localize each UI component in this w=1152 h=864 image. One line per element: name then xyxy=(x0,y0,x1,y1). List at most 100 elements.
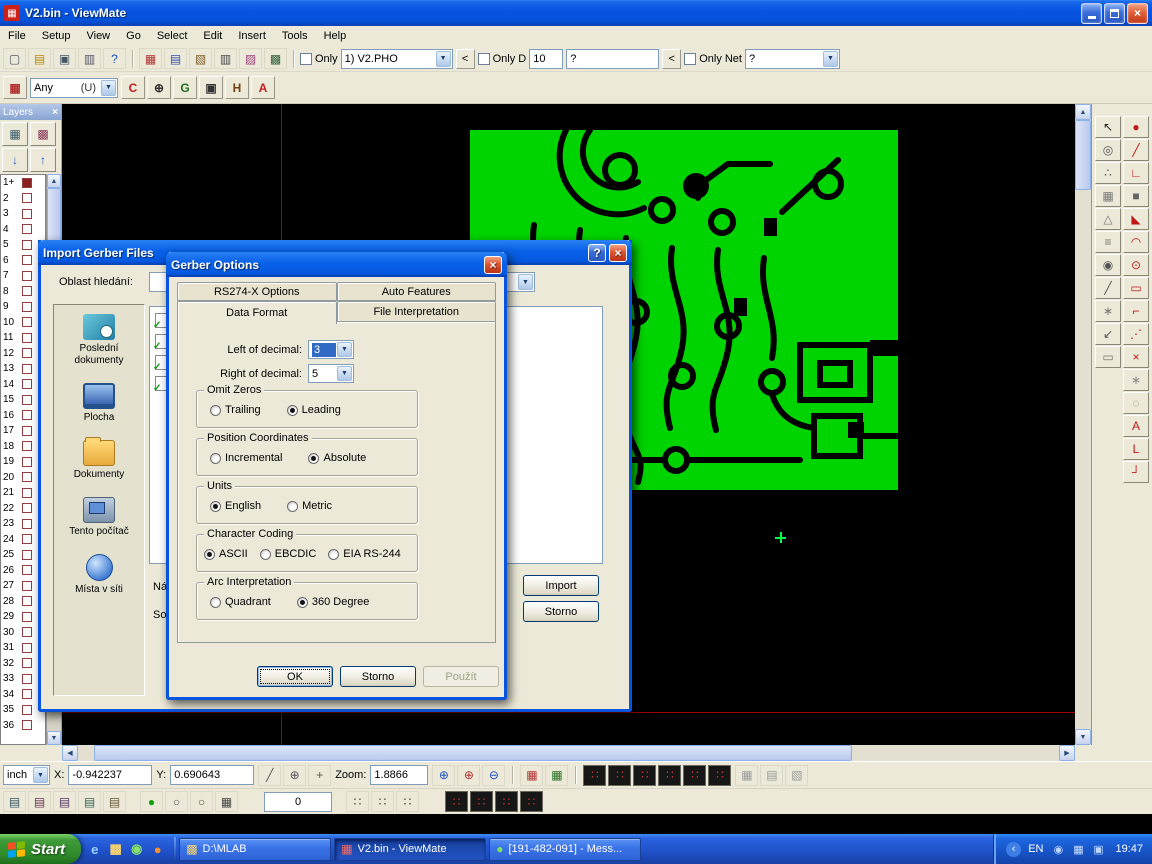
taskbar-button[interactable]: ●[191-482-091] - Mess... xyxy=(489,838,641,861)
place-plocha[interactable]: Plocha xyxy=(54,374,144,431)
layer-row[interactable]: 2 xyxy=(1,191,45,207)
add-dotted-line-tool[interactable]: ⋰ xyxy=(1123,323,1149,345)
aperture-filter-combo[interactable]: Any (U) ▼ xyxy=(30,78,118,98)
scroll-down-icon[interactable]: ▼ xyxy=(47,731,61,745)
origin-icon[interactable]: ⊕ xyxy=(283,765,306,786)
add-label-tool[interactable]: L xyxy=(1123,438,1149,460)
measure-icon[interactable]: ╱ xyxy=(258,765,281,786)
chevron-down-icon[interactable]: ▼ xyxy=(518,274,533,290)
units-combo[interactable]: inch ▼ xyxy=(3,765,50,785)
block-tool[interactable]: ▦ xyxy=(1095,185,1121,207)
radio-metric[interactable]: Metric xyxy=(287,500,332,512)
layer-color-swatch[interactable] xyxy=(22,317,32,327)
radio-english[interactable]: English xyxy=(210,500,261,512)
prev-dcode-button[interactable]: < xyxy=(662,49,681,69)
layer-color-swatch[interactable] xyxy=(22,720,32,730)
place-dokumenty[interactable]: Dokumenty xyxy=(54,431,144,488)
layer-color-swatch[interactable] xyxy=(22,488,32,498)
h-dcode-button[interactable]: H xyxy=(225,76,249,99)
layer-color-swatch[interactable] xyxy=(22,209,32,219)
save-file-icon[interactable]: ▣ xyxy=(53,48,76,69)
canvas-vscroll-track[interactable] xyxy=(1075,120,1091,729)
move-layer-up-button[interactable]: ↑ xyxy=(30,148,56,172)
dcode-grid-icon[interactable]: ▦ xyxy=(3,76,27,99)
layer-color-swatch[interactable] xyxy=(22,565,32,575)
only-net-checkbox[interactable] xyxy=(684,53,696,65)
layer-color-swatch[interactable] xyxy=(22,612,32,622)
highlight-dcode-icon[interactable]: ▨ xyxy=(239,48,262,69)
layerset-icon-2[interactable]: ▤ xyxy=(28,791,51,812)
a-dcode-button[interactable]: A xyxy=(251,76,275,99)
layer-color-swatch[interactable] xyxy=(22,596,32,606)
close-icon[interactable]: × xyxy=(609,244,627,262)
grid-toggle-icon[interactable]: ▦ xyxy=(545,765,568,786)
only-layer-checkbox[interactable] xyxy=(300,53,312,65)
only-dcode-checkbox[interactable] xyxy=(478,53,490,65)
film-extra-icon-1[interactable]: ▦ xyxy=(735,765,758,786)
cancel-button[interactable]: Storno xyxy=(340,666,416,687)
window-titlebar[interactable]: ▦ V2.bin - ViewMate × xyxy=(0,0,1152,26)
chevron-down-icon[interactable]: ▼ xyxy=(337,366,352,381)
cancel-button[interactable]: Storno xyxy=(523,601,599,622)
chevron-down-icon[interactable]: ▼ xyxy=(823,51,838,67)
layer-color-swatch[interactable] xyxy=(22,410,32,420)
add-corner-tool[interactable]: ⌐ xyxy=(1123,300,1149,322)
layer-row[interactable]: 36 xyxy=(1,718,45,734)
add-arc-tool[interactable]: ◠ xyxy=(1123,231,1149,253)
layer-color-swatch[interactable] xyxy=(22,550,32,560)
burst-tool[interactable]: ∗ xyxy=(1123,369,1149,391)
layer-color-swatch[interactable] xyxy=(22,255,32,265)
layers-scroll-thumb[interactable] xyxy=(47,188,61,246)
layer-color-swatch[interactable] xyxy=(22,658,32,668)
menu-tools[interactable]: Tools xyxy=(274,26,316,46)
layer-color-swatch[interactable] xyxy=(22,472,32,482)
scroll-left-icon[interactable]: ◀ xyxy=(62,745,78,761)
layers-panel-header[interactable]: Layers × xyxy=(0,104,61,120)
print-icon[interactable]: ▥ xyxy=(78,48,101,69)
canvas-hscroll-track[interactable] xyxy=(78,745,1059,761)
layer-color-swatch[interactable] xyxy=(22,426,32,436)
layer-color-swatch[interactable] xyxy=(22,643,32,653)
angle-tool[interactable]: △ xyxy=(1095,208,1121,230)
tab-data-format[interactable]: Data Format xyxy=(177,301,337,324)
star-tool[interactable]: ∗ xyxy=(1095,300,1121,322)
chevron-down-icon[interactable]: ▼ xyxy=(33,767,48,783)
radio-absolute[interactable]: Absolute xyxy=(308,452,366,464)
chevron-down-icon[interactable]: ▼ xyxy=(436,51,451,67)
scroll-up-icon[interactable]: ▲ xyxy=(47,174,61,188)
layer-color-swatch[interactable] xyxy=(22,503,32,513)
firefox-quicklaunch-icon[interactable]: ● xyxy=(148,840,167,859)
layer-color-swatch[interactable] xyxy=(22,534,32,544)
place-tento-po-ta[interactable]: Tento počítač xyxy=(54,488,144,545)
circle-dcode-button[interactable]: C xyxy=(121,76,145,99)
layer-color-swatch[interactable] xyxy=(22,302,32,312)
radio-ebcdic[interactable]: EBCDIC xyxy=(260,548,317,560)
layer-row[interactable]: 3 xyxy=(1,206,45,222)
ie-quicklaunch-icon[interactable]: e xyxy=(85,840,104,859)
layer-combo[interactable]: 1) V2.PHO ▼ xyxy=(341,49,453,69)
layer-color-swatch[interactable] xyxy=(22,457,32,467)
add-filled-rect-tool[interactable]: ■ xyxy=(1123,185,1149,207)
add-text-tool[interactable]: A xyxy=(1123,415,1149,437)
pad-pattern-icon-1[interactable]: ∷ xyxy=(445,791,468,812)
radio-button[interactable] xyxy=(210,597,221,608)
layerset-icon-5[interactable]: ▤ xyxy=(103,791,126,812)
new-file-icon[interactable]: ▢ xyxy=(3,48,26,69)
layer-color-swatch[interactable] xyxy=(22,286,32,296)
apply-button[interactable]: Použít xyxy=(423,666,499,687)
add-polygon-tool[interactable]: ◣ xyxy=(1123,208,1149,230)
rotate-tool[interactable]: ◌ xyxy=(1123,392,1149,414)
chevron-down-icon[interactable]: ▼ xyxy=(101,80,116,96)
canvas-vscroll-thumb[interactable] xyxy=(1075,120,1091,190)
target-dcode-button[interactable]: ⊕ xyxy=(147,76,171,99)
layer-color-swatch[interactable] xyxy=(22,271,32,281)
g-dcode-button[interactable]: G xyxy=(173,76,197,99)
add-circle-tool[interactable]: ⊙ xyxy=(1123,254,1149,276)
radio-leading[interactable]: Leading xyxy=(287,404,341,416)
radio-eia-rs-244[interactable]: EIA RS-244 xyxy=(328,548,400,560)
menu-help[interactable]: Help xyxy=(316,26,355,46)
add-rect-outline-tool[interactable]: ▭ xyxy=(1123,277,1149,299)
layerset-icon-3[interactable]: ▤ xyxy=(53,791,76,812)
statistics-icon[interactable]: ▩ xyxy=(264,48,287,69)
split-view-icon[interactable]: ▥ xyxy=(214,48,237,69)
